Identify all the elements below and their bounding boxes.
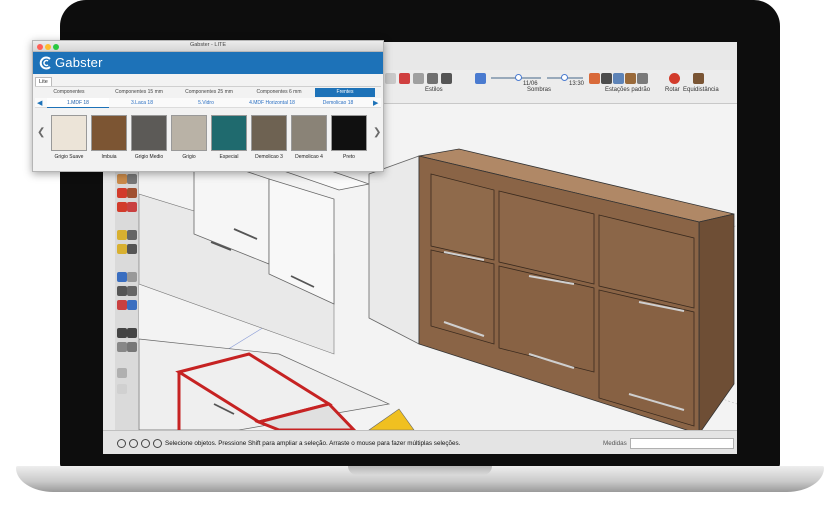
toolbar-label-offset: Equidistância	[683, 87, 719, 93]
swatch-label: Grigio Suave	[54, 154, 84, 160]
swatch-next-arrow-icon[interactable]: ❯	[373, 127, 381, 138]
time-value: 13:30	[569, 81, 585, 87]
help-icon[interactable]	[153, 439, 162, 448]
swatch-grigio[interactable]	[171, 115, 207, 151]
material-mdf-18[interactable]: 1.MDF 18	[47, 98, 109, 108]
status-message: Selecione objetos. Pressione Shift para …	[165, 440, 461, 447]
yellow-panel	[368, 408, 415, 430]
toolbar-icon-3[interactable]	[413, 73, 424, 84]
tool-icon-scale[interactable]	[127, 202, 137, 212]
tab-componentes-6mm[interactable]: Componentes 6 mm	[245, 88, 313, 97]
swatch-imbuia[interactable]	[91, 115, 127, 151]
swatch-demolicao-3[interactable]	[251, 115, 287, 151]
tool-icon-walk[interactable]	[117, 328, 127, 338]
gabster-window: Gabster - LITE Gabster Lite Componentes …	[32, 40, 384, 172]
swatch-grigio-medio[interactable]	[131, 115, 167, 151]
toolbar-label-rotate: Rotar	[665, 87, 680, 93]
toolbar-icon-1[interactable]	[385, 73, 396, 84]
status-icon-3[interactable]	[141, 439, 150, 448]
tool-icon-paint[interactable]	[127, 174, 137, 184]
material-laca-18[interactable]: 3.Laca 18	[111, 98, 173, 108]
tool-icon-look[interactable]	[127, 328, 137, 338]
toolbar-label-styles: Estilos	[425, 87, 443, 93]
measures-input[interactable]	[630, 438, 734, 449]
tool-icon-push[interactable]	[127, 188, 137, 198]
material-mdf-horizontal-18[interactable]: 4.MDF Horizontal 18	[239, 98, 305, 108]
tool-icon-zoom[interactable]	[117, 286, 127, 296]
tab-componentes-15mm[interactable]: Componentes 15 mm	[105, 88, 173, 97]
tab-frentes[interactable]: Frentes	[315, 88, 375, 97]
swatch-label: Especial	[219, 154, 239, 160]
tool-icon-rotate[interactable]	[117, 202, 127, 212]
toolbar-label-shadows: Sombras	[527, 87, 552, 93]
swatch-grigio-suave[interactable]	[51, 115, 87, 151]
gabster-header: Gabster	[33, 52, 383, 74]
tool-icon-extra-2[interactable]	[117, 384, 127, 394]
swatch-label: Grigio Medio	[134, 154, 164, 160]
gabster-logo-icon	[39, 56, 51, 70]
swatch-label: Demolicao 3	[255, 154, 283, 160]
tab-componentes-25mm[interactable]: Componentes 25 mm	[175, 88, 243, 97]
gabster-titlebar[interactable]: Gabster - LITE	[33, 41, 383, 52]
status-bar: Selecione objetos. Pressione Shift para …	[103, 430, 737, 454]
camera-icon-4[interactable]	[637, 73, 648, 84]
tool-icon-orbit[interactable]	[117, 272, 127, 282]
countertop	[139, 338, 391, 430]
material-tabs: ◀ 1.MDF 18 3.Laca 18 5.Vidro 4.MDF Horiz…	[35, 98, 381, 108]
date-slider[interactable]	[491, 74, 541, 81]
swatch-label: Preto	[343, 154, 355, 160]
toolbar-icon-2[interactable]	[399, 73, 410, 84]
camera-icon-3[interactable]	[625, 73, 636, 84]
measures-label: Medidas	[603, 440, 627, 447]
toolbar-icon-4[interactable]	[427, 73, 438, 84]
tab-componentes[interactable]: Componentes	[35, 88, 103, 97]
toolbar-icon-5[interactable]	[441, 73, 452, 84]
wood-cabinet-side	[698, 213, 735, 430]
swatch-label: Demolicao 4	[295, 154, 323, 160]
gabster-window-title: Gabster - LITE	[189, 42, 227, 48]
rotate-icon[interactable]	[669, 73, 680, 84]
tab-lite[interactable]: Lite	[35, 77, 52, 86]
tool-icon-dimension[interactable]	[127, 230, 137, 240]
tool-icon-axes[interactable]	[127, 244, 137, 254]
tool-icon-tape[interactable]	[117, 230, 127, 240]
material-next-arrow-icon[interactable]: ▶	[373, 99, 378, 107]
laptop-notch	[348, 466, 492, 475]
tool-icon-eraser[interactable]	[117, 174, 127, 184]
shadow-icon[interactable]	[475, 73, 486, 84]
tool-icon-extra[interactable]	[117, 368, 127, 378]
swatch-prev-arrow-icon[interactable]: ❮	[37, 127, 45, 138]
tool-icon-zoom-extents[interactable]	[117, 300, 127, 310]
material-demolicao-18[interactable]: Demolicao 18	[307, 98, 369, 108]
offset-icon[interactable]	[693, 73, 704, 84]
status-icon-2[interactable]	[129, 439, 138, 448]
tool-icon-section[interactable]	[117, 342, 127, 352]
time-slider[interactable]	[547, 74, 583, 81]
swatch-label: Imbuia	[101, 154, 117, 160]
swatch-demolicao-4[interactable]	[291, 115, 327, 151]
tool-icon-previous[interactable]	[127, 300, 137, 310]
tool-icon-position[interactable]	[127, 342, 137, 352]
camera-icon-1[interactable]	[589, 73, 600, 84]
swatch-label: Grigio	[182, 154, 196, 160]
tool-icon-zoom-window[interactable]	[127, 286, 137, 296]
gabster-logo-text: Gabster	[55, 55, 103, 70]
swatch-preto[interactable]	[331, 115, 367, 151]
tool-icon-move[interactable]	[117, 188, 127, 198]
material-prev-arrow-icon[interactable]: ◀	[37, 99, 42, 107]
category-tabs: Componentes Componentes 15 mm Componente…	[35, 86, 381, 97]
toolbar-label-scenes: Estações padrão	[605, 87, 651, 93]
left-tool-palette	[115, 168, 139, 430]
home-icon[interactable]	[613, 73, 624, 84]
camera-icon-2[interactable]	[601, 73, 612, 84]
white-cabinet-side	[368, 155, 420, 345]
swatch-especial[interactable]	[211, 115, 247, 151]
material-vidro[interactable]: 5.Vidro	[175, 98, 237, 108]
tool-icon-text[interactable]	[117, 244, 127, 254]
tool-icon-pan[interactable]	[127, 272, 137, 282]
status-icon-1[interactable]	[117, 439, 126, 448]
